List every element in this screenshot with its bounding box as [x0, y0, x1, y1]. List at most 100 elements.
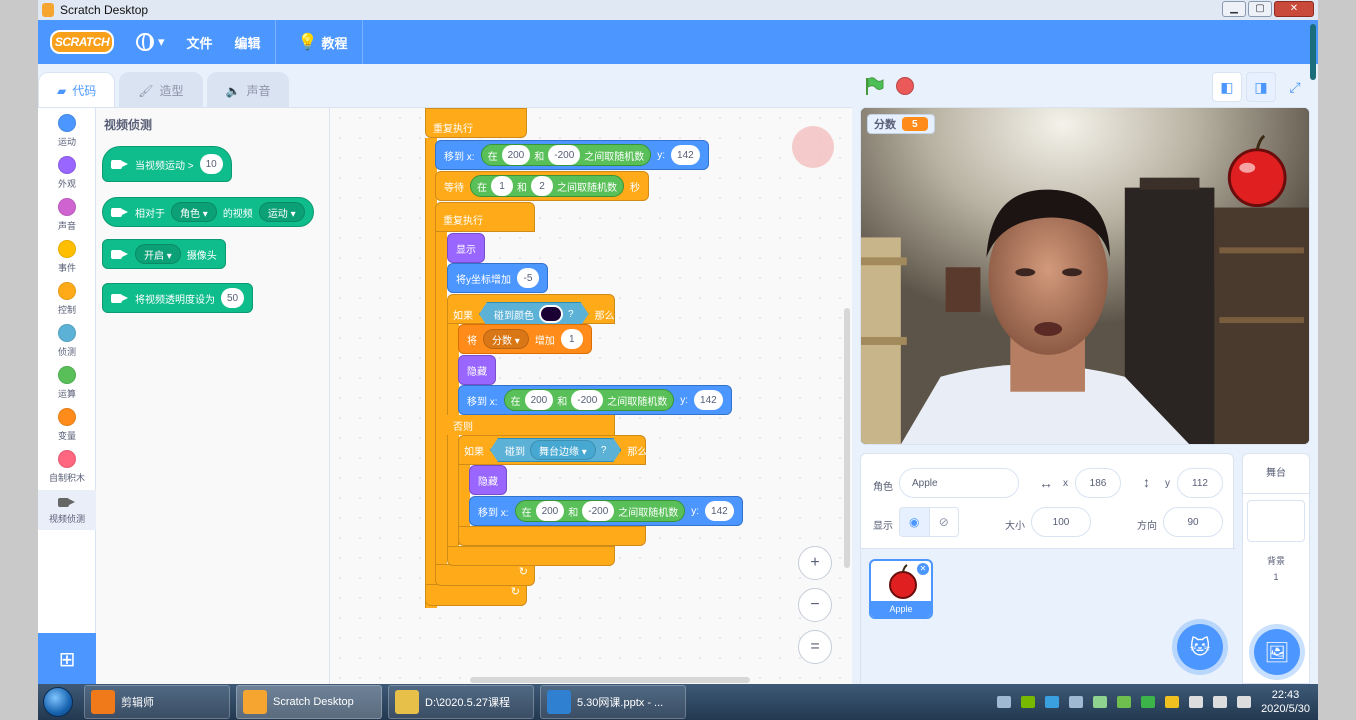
color-picker[interactable]: [539, 305, 563, 323]
tab-costumes[interactable]: 🖌 造型: [119, 72, 203, 108]
goto-random-block[interactable]: 移到 x: 在 200 和 -200 之间取随机数 y: 142: [435, 140, 709, 170]
category-sensing[interactable]: 侦测: [38, 324, 96, 358]
block-input[interactable]: 10: [199, 154, 223, 174]
choose-sprite-button[interactable]: 🐱: [1177, 624, 1223, 670]
add-extension-button[interactable]: ⊞: [38, 633, 96, 684]
category-operators[interactable]: 运算: [38, 366, 96, 400]
block-input[interactable]: -5: [517, 268, 539, 288]
block-input[interactable]: 142: [705, 501, 734, 521]
zoom-out-button[interactable]: −: [798, 588, 832, 622]
script-horizontal-scrollbar[interactable]: [470, 677, 750, 683]
set-video-transparency-block[interactable]: 将视频透明度设为 50: [102, 283, 254, 313]
pick-random-reporter[interactable]: 在 1 和 2 之间取随机数: [470, 175, 624, 197]
normal-stage-button[interactable]: ◨: [1246, 72, 1276, 102]
block-input[interactable]: 50: [221, 288, 245, 308]
category-control[interactable]: 控制: [38, 282, 96, 316]
wifi-icon[interactable]: [1237, 696, 1252, 708]
small-stage-button[interactable]: ◧: [1212, 72, 1242, 102]
category-variables[interactable]: 变量: [38, 408, 96, 442]
show-block[interactable]: 显示: [447, 233, 485, 263]
fullscreen-button[interactable]: ⤢: [1280, 72, 1310, 102]
size-input[interactable]: 100: [1031, 507, 1091, 537]
block-input[interactable]: -200: [571, 390, 604, 410]
direction-input[interactable]: 90: [1163, 507, 1223, 537]
monitor-icon[interactable]: [1069, 696, 1084, 708]
block-input[interactable]: 200: [524, 390, 554, 410]
choose-backdrop-button[interactable]: 🖼: [1254, 629, 1300, 675]
touching-condition[interactable]: 碰到 舞台边缘 ▾?: [490, 438, 621, 462]
touching-color-condition[interactable]: 碰到颜色?: [479, 302, 589, 326]
when-video-motion-block[interactable]: 当视频运动 > 10: [102, 146, 232, 182]
delete-sprite-icon[interactable]: ✕: [917, 563, 929, 575]
language-menu[interactable]: ▾: [136, 33, 165, 51]
change-variable-block[interactable]: 将分数 ▾ 增加 1: [458, 324, 592, 354]
category-video-sensing[interactable]: 视频侦测: [38, 490, 96, 530]
category-sound[interactable]: 声音: [38, 198, 96, 232]
pick-random-reporter[interactable]: 在 200 和 -200 之间取随机数: [514, 500, 686, 522]
keyboard-icon[interactable]: [997, 696, 1012, 708]
start-button[interactable]: [38, 684, 78, 720]
stop-button[interactable]: [896, 77, 914, 95]
block-dropdown[interactable]: 开启 ▾: [135, 244, 181, 264]
taskbar-item-powerpoint[interactable]: 5.30网课.pptx - ...: [540, 685, 686, 719]
block-input[interactable]: -200: [548, 145, 581, 165]
variable-dropdown[interactable]: 分数 ▾: [483, 329, 529, 349]
taskbar-item-editor[interactable]: 剪辑师: [84, 685, 230, 719]
close-button[interactable]: ✕: [1274, 1, 1314, 17]
stage[interactable]: 分数 5: [860, 107, 1310, 445]
block-input[interactable]: 142: [694, 390, 723, 410]
block-input[interactable]: 1: [491, 176, 513, 196]
script-area[interactable]: 重复执行 ↻ 移到 x: 在 200 和 -200 之间取随机数 y: 142 等待在 1 和 2 之…: [330, 108, 852, 684]
stage-thumbnail[interactable]: [1247, 500, 1305, 542]
category-events[interactable]: 事件: [38, 240, 96, 274]
goto-random-block[interactable]: 移到 x: 在 200 和 -200 之间取随机数 y: 142: [458, 385, 732, 415]
pick-random-reporter[interactable]: 在 200 和 -200 之间取随机数: [503, 389, 675, 411]
touch-target-dropdown[interactable]: 舞台边缘 ▾: [530, 440, 596, 460]
zoom-in-button[interactable]: +: [798, 546, 832, 580]
block-dropdown[interactable]: 角色 ▾: [171, 202, 217, 222]
tutorials-menu[interactable]: 💡 教程: [298, 32, 348, 52]
x-input[interactable]: 186: [1075, 468, 1121, 498]
video-on-block[interactable]: 相对于 角色 ▾ 的视频 运动 ▾: [102, 197, 314, 227]
change-y-block[interactable]: 将y坐标增加 -5: [447, 263, 548, 293]
block-input[interactable]: 1: [560, 329, 583, 349]
taskbar-item-folder[interactable]: D:\2020.5.27课程: [388, 685, 534, 719]
green-flag-icon[interactable]: [864, 76, 884, 96]
goto-random-block[interactable]: 移到 x: 在 200 和 -200 之间取随机数 y: 142: [469, 496, 743, 526]
variable-monitor-score[interactable]: 分数 5: [867, 114, 935, 134]
taskbar-item-scratch[interactable]: Scratch Desktop: [236, 685, 382, 719]
pick-random-reporter[interactable]: 在 200 和 -200 之间取随机数: [480, 144, 652, 166]
tab-sounds[interactable]: 🔈 声音: [206, 72, 290, 108]
shield-icon[interactable]: [1141, 696, 1156, 708]
block-dropdown[interactable]: 运动 ▾: [258, 202, 305, 222]
battery-icon[interactable]: [1189, 696, 1204, 708]
hide-sprite-button[interactable]: ⊘: [928, 508, 958, 536]
category-motion[interactable]: 运动: [38, 114, 96, 148]
turn-video-block[interactable]: 开启 ▾ 摄像头: [102, 239, 226, 269]
network-icon[interactable]: [1117, 696, 1132, 708]
file-menu[interactable]: 文件: [187, 33, 213, 52]
volume-icon[interactable]: [1213, 696, 1228, 708]
category-my-blocks[interactable]: 自制积木: [38, 450, 96, 484]
zoom-reset-button[interactable]: =: [798, 630, 832, 664]
block-input[interactable]: -200: [582, 501, 615, 521]
hide-block[interactable]: 隐藏: [458, 355, 496, 385]
block-input[interactable]: 200: [535, 501, 565, 521]
cloud-icon[interactable]: [1045, 696, 1060, 708]
edit-menu[interactable]: 编辑: [235, 33, 261, 52]
window-scrollbar[interactable]: [1310, 24, 1316, 80]
stage-target-pane[interactable]: 舞台 背景 1 🖼: [1242, 453, 1310, 684]
script-vertical-scrollbar[interactable]: [844, 308, 850, 568]
block-input[interactable]: 2: [531, 176, 553, 196]
signal-icon[interactable]: [1093, 696, 1108, 708]
block-input[interactable]: 142: [671, 145, 700, 165]
maximize-button[interactable]: ▢: [1248, 1, 1272, 17]
sprite-name-input[interactable]: Apple: [899, 468, 1019, 498]
wait-block[interactable]: 等待 在 1 和 2 之间取随机数 秒: [435, 171, 649, 201]
sprite-thumbnail-apple[interactable]: ✕ Apple: [869, 559, 933, 619]
plugin-icon[interactable]: [1165, 696, 1180, 708]
show-sprite-button[interactable]: ◉: [900, 508, 929, 536]
minimize-button[interactable]: ▁: [1222, 1, 1246, 17]
tab-code[interactable]: ▰ 代码: [38, 72, 116, 108]
hide-block[interactable]: 隐藏: [469, 465, 507, 495]
